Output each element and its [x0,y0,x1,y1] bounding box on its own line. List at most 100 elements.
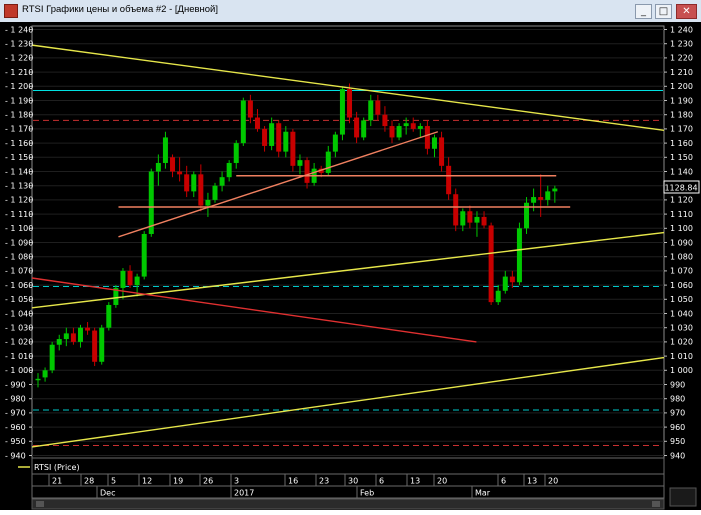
x-day-label: 19 [173,477,183,486]
y-tick-label-left: - 1 120 [5,196,33,205]
scroll-left-arrow-icon[interactable] [36,501,44,507]
candle-up [552,188,558,192]
candle-down [184,174,190,192]
candle-down [127,270,133,286]
candle-up [516,228,522,283]
candle-up [417,126,423,129]
y-tick-label-right: 1 230 [670,40,693,49]
candle-up [545,191,551,200]
candle-down [467,211,473,223]
candle-up [42,370,48,378]
y-tick-label-left: - 940 [5,451,26,460]
candle-down [410,123,416,129]
candle-up [361,120,367,138]
y-tick-label-left: - 1 030 [5,324,33,333]
y-tick-label-right: 1 190 [670,96,693,105]
y-tick-label-left: - 1 180 [5,111,33,120]
y-tick-label-left: - 1 010 [5,352,33,361]
x-day-label: 3 [234,477,239,486]
candle-down [389,126,395,138]
candle-up [134,276,140,286]
y-tick-label-right: 1 160 [670,139,693,148]
candle-up [77,327,83,342]
candle-up [502,276,508,291]
y-tick-label-left: - 1 100 [5,224,33,233]
candle-down [254,117,260,129]
candle-down [439,137,445,166]
candle-up [155,162,161,172]
y-tick-label-right: 1 050 [670,295,693,304]
y-tick-label-right: 1 150 [670,153,693,162]
candle-up [233,143,239,163]
candle-down [85,327,91,331]
y-tick-label-left: - 1 070 [5,267,33,276]
y-tick-label-left: - 1 040 [5,309,33,318]
candle-up [269,123,275,146]
y-tick-label-right: 1 070 [670,267,693,276]
window-title: RTSI Графики цены и объема #2 - [Дневной… [22,4,219,15]
y-tick-label-left: - 1 200 [5,82,33,91]
y-tick-label-right: 1 030 [670,324,693,333]
candle-up [396,126,402,138]
candle-up [205,199,211,206]
y-tick-label-right: 1 200 [670,82,693,91]
y-tick-label-left: - 1 080 [5,253,33,262]
candle-up [240,100,246,144]
x-day-label: 13 [410,477,420,486]
candle-up [325,151,331,173]
horizontal-scrollbar[interactable] [31,498,665,510]
candle-up [63,333,69,340]
y-tick-label-right: 980 [670,395,685,404]
y-tick-label-left: - 970 [5,409,26,418]
x-day-label: 28 [84,477,94,486]
candle-down [70,333,76,342]
y-tick-label-right: 1 220 [670,54,693,63]
y-tick-label-left: - 1 000 [5,366,33,375]
y-tick-label-right: 1 140 [670,167,693,176]
candle-down [382,114,388,127]
y-tick-label-right: 1 100 [670,224,693,233]
candle-down [247,100,253,118]
y-tick-label-left: - 1 190 [5,96,33,105]
candle-down [92,330,98,362]
y-tick-label-right: 1 090 [670,238,693,247]
candle-down [177,171,183,175]
close-button[interactable]: ✕ [676,4,697,19]
candle-up [219,177,225,186]
candle-down [290,131,296,166]
candle-up [339,89,345,135]
x-day-label: 26 [203,477,213,486]
y-tick-label-right: 1 180 [670,111,693,120]
candle-up [56,339,62,345]
candle-down [424,126,430,149]
candle-up [49,344,55,371]
window-titlebar: RTSI Графики цены и объема #2 - [Дневной… [0,0,701,23]
price-chart[interactable]: - 940 - 950 - 960 - 970 - 980 - 990 - 1 000 - 1… [0,22,701,510]
y-tick-label-left: - 1 210 [5,68,33,77]
candle-down [375,100,381,115]
scroll-right-arrow-icon[interactable] [652,501,660,507]
candle-up [212,185,218,200]
x-day-label: 16 [288,477,298,486]
y-tick-label-right: 1 120 [670,196,693,205]
candle-up [191,174,197,192]
y-tick-label-right: 1 060 [670,281,693,290]
y-tick-label-left: - 1 160 [5,139,33,148]
y-tick-label-right: 1 080 [670,253,693,262]
candle-up [148,171,154,234]
y-tick-label-right: 1 040 [670,309,693,318]
y-tick-label-right: 990 [670,380,685,389]
y-tick-label-left: - 1 050 [5,295,33,304]
minimize-button[interactable]: _ [635,4,652,19]
y-tick-label-left: - 950 [5,437,26,446]
maximize-button[interactable]: □ [655,4,672,19]
candle-down [198,174,204,206]
candle-up [531,197,537,203]
candle-up [460,211,466,226]
chart-window[interactable]: - 940 - 950 - 960 - 970 - 980 - 990 - 1 000 - 1… [0,22,701,510]
candle-down [488,225,494,303]
x-day-label: 5 [111,477,116,486]
candle-down [262,128,268,146]
corner-resize-grip-icon[interactable] [669,487,697,507]
y-tick-label-left: - 1 130 [5,182,33,191]
